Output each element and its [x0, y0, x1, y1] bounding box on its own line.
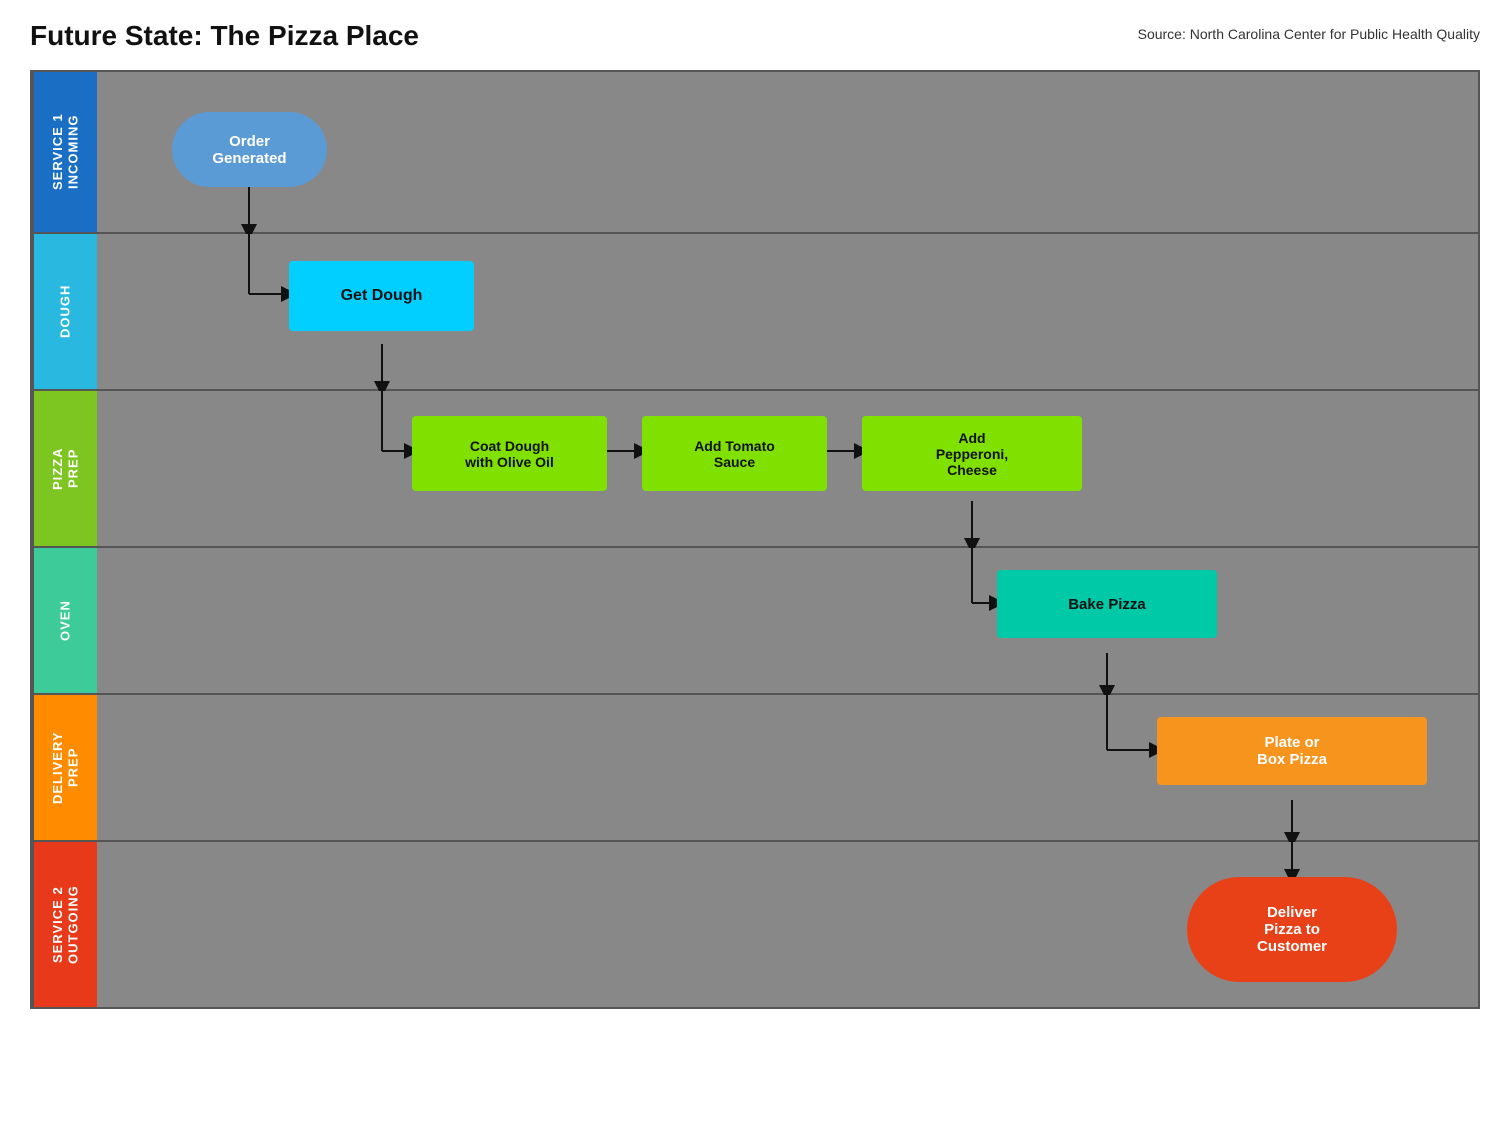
node-add-tomato: Add TomatoSauce [642, 416, 827, 491]
swim-row-dough: DOUGH [32, 234, 1478, 391]
swim-content-pizza: Coat Doughwith Olive Oil Add TomatoSauce… [97, 391, 1478, 546]
swim-content-delivery: Plate orBox Pizza [97, 695, 1478, 840]
swim-label-service2: SERVICE 2OUTGOING [32, 842, 97, 1007]
swim-row-service2: SERVICE 2OUTGOING DeliverPizza toCustome… [32, 842, 1478, 1007]
page-source: Source: North Carolina Center for Public… [1138, 20, 1480, 42]
page-wrapper: Future State: The Pizza Place Source: No… [0, 0, 1510, 1029]
swim-label-delivery: DELIVERYPREP [32, 695, 97, 840]
arrows-oven [97, 548, 1478, 693]
node-bake-pizza: Bake Pizza [997, 570, 1217, 638]
node-order-generated: OrderGenerated [172, 112, 327, 187]
swim-row-pizza: PIZZAPREP [32, 391, 1478, 548]
swim-row-delivery: DELIVERYPREP [32, 695, 1478, 842]
swim-content-oven: Bake Pizza [97, 548, 1478, 693]
node-deliver: DeliverPizza toCustomer [1187, 877, 1397, 982]
page-title: Future State: The Pizza Place [30, 20, 419, 52]
swim-label-service1: SERVICE 1INCOMING [32, 72, 97, 232]
swim-label-pizza: PIZZAPREP [32, 391, 97, 546]
swim-row-service1: SERVICE 1INCOMING OrderGenerated [32, 72, 1478, 234]
node-plate-box: Plate orBox Pizza [1157, 717, 1427, 785]
swim-label-oven: OVEN [32, 548, 97, 693]
swim-row-oven: OVEN [32, 548, 1478, 695]
swim-content-service1: OrderGenerated [97, 72, 1478, 232]
page-header: Future State: The Pizza Place Source: No… [30, 20, 1480, 52]
node-add-pepperoni: AddPepperoni,Cheese [862, 416, 1082, 491]
swim-content-service2: DeliverPizza toCustomer [97, 842, 1478, 1007]
swim-content-dough: Get Dough [97, 234, 1478, 389]
swim-label-dough: DOUGH [32, 234, 97, 389]
diagram-container: SERVICE 1INCOMING OrderGenerated [30, 70, 1480, 1009]
node-get-dough: Get Dough [289, 261, 474, 331]
node-coat-dough: Coat Doughwith Olive Oil [412, 416, 607, 491]
